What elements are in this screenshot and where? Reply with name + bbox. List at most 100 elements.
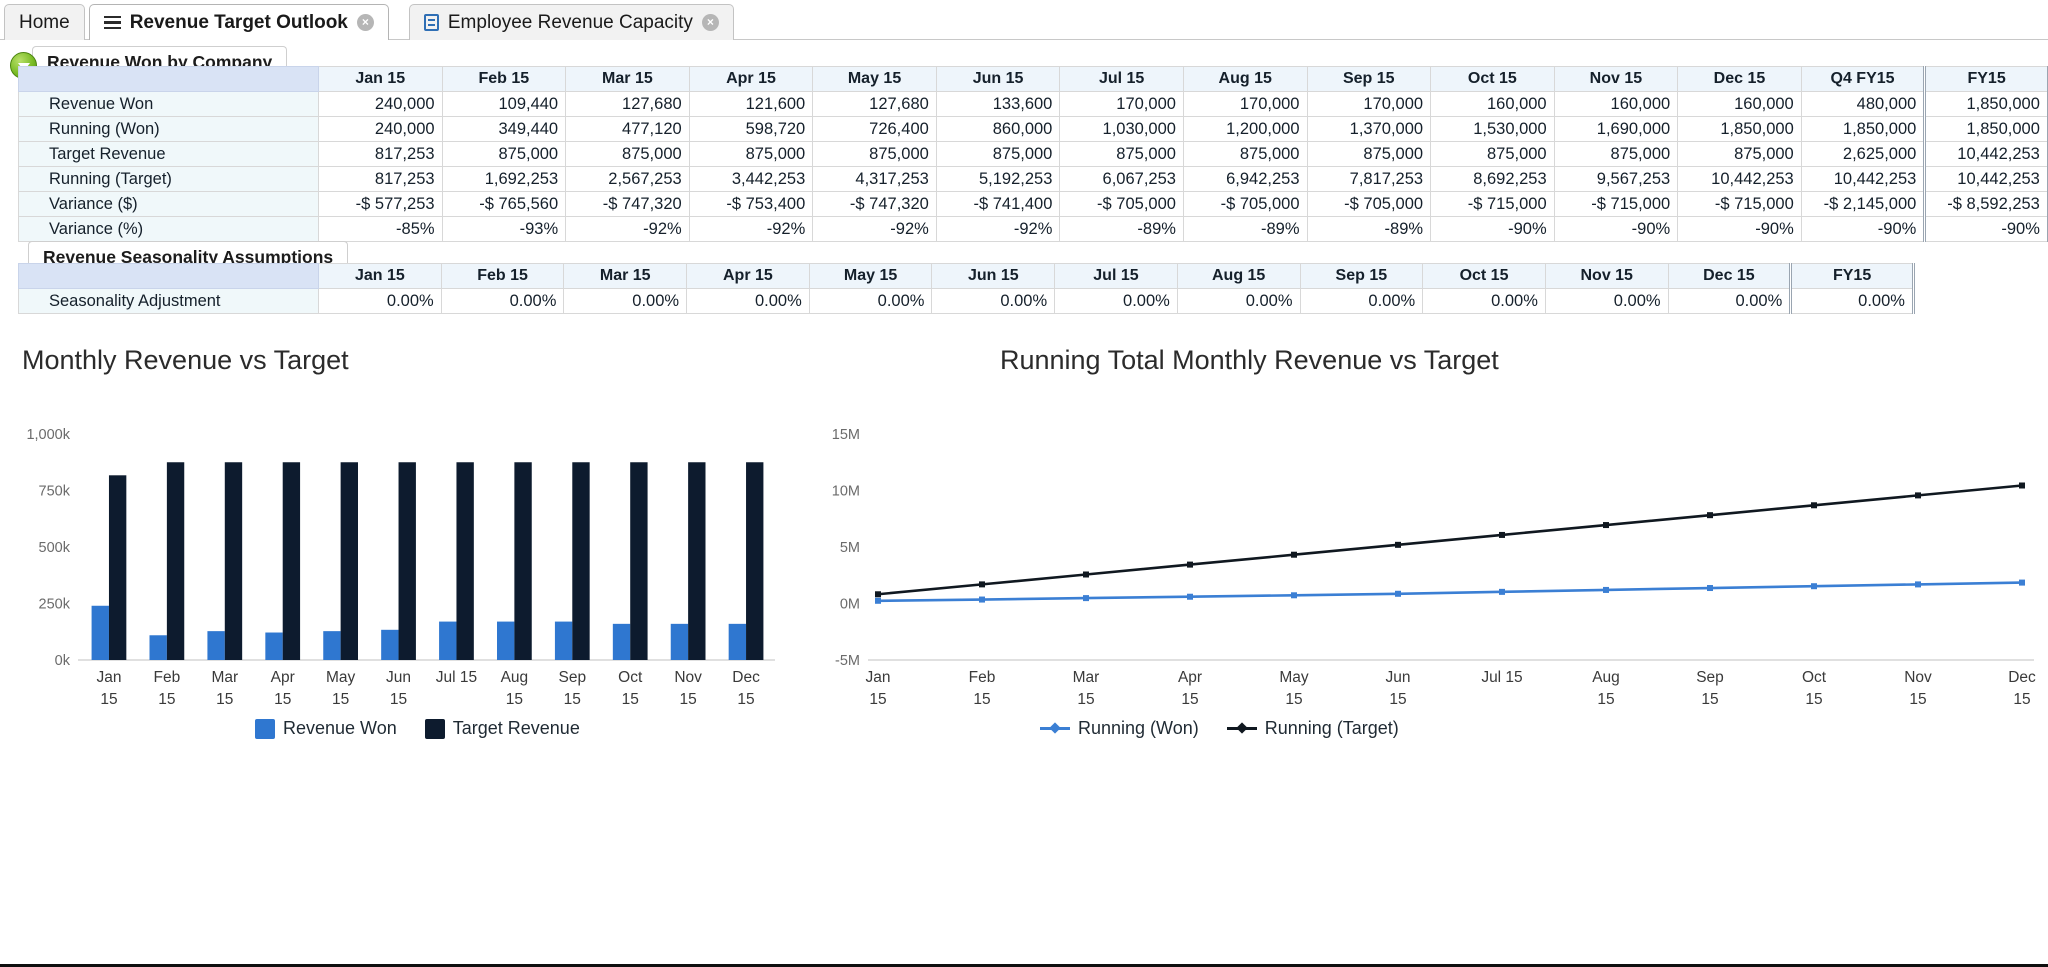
data-point-marker[interactable] — [875, 597, 881, 604]
table-cell: 875,000 — [565, 141, 690, 167]
column-header-fy15[interactable]: FY15 — [1923, 66, 2048, 92]
data-point-marker[interactable] — [1915, 492, 1921, 499]
bar-revenue-won[interactable] — [670, 623, 689, 660]
column-header-jul-15[interactable]: Jul 15 — [1059, 66, 1184, 92]
column-header-feb-15[interactable]: Feb 15 — [440, 263, 565, 289]
column-header-oct-15[interactable]: Oct 15 — [1430, 66, 1555, 92]
bar-target-revenue[interactable] — [688, 462, 706, 660]
line-chart-legend: Running (Won) Running (Target) — [1040, 718, 1417, 739]
bar-revenue-won[interactable] — [497, 621, 515, 660]
column-header-may-15[interactable]: May 15 — [812, 66, 937, 92]
table-row: Running (Target) 817,253 1,692,253 2,567,25… — [18, 166, 2048, 192]
column-header-jan-15[interactable]: Jan 15 — [318, 263, 442, 289]
bar-target-revenue[interactable] — [456, 462, 474, 660]
table1-body: Revenue Won 240,000 109,440 127,680 121,600 1… — [18, 91, 2048, 242]
line-series-running-won[interactable] — [877, 581, 2023, 603]
bar-target-revenue[interactable] — [340, 462, 358, 660]
data-point-marker[interactable] — [1499, 531, 1505, 538]
data-point-marker[interactable] — [1707, 585, 1713, 592]
bar-revenue-won[interactable] — [149, 635, 167, 660]
data-point-marker[interactable] — [2019, 482, 2025, 489]
bar-target-revenue[interactable] — [166, 462, 185, 660]
data-point-marker[interactable] — [1915, 581, 1921, 588]
bar-target-revenue[interactable] — [282, 462, 301, 660]
x-axis-tick-label: Jul 15 — [436, 669, 477, 686]
data-point-marker[interactable] — [1707, 512, 1713, 519]
bar-target-revenue[interactable] — [108, 475, 127, 660]
column-header-mar-15[interactable]: Mar 15 — [565, 66, 690, 92]
bar-target-revenue[interactable] — [224, 462, 243, 660]
data-point-marker[interactable] — [979, 596, 985, 603]
data-point-marker[interactable] — [1811, 583, 1817, 590]
bar-target-revenue[interactable] — [630, 462, 648, 660]
column-header-apr-15[interactable]: Apr 15 — [688, 66, 814, 92]
column-header-jun-15[interactable]: Jun 15 — [935, 66, 1061, 92]
table-cell: 133,600 — [935, 91, 1061, 117]
column-header-dec-15[interactable]: Dec 15 — [1677, 66, 1802, 92]
x-axis-tick-label: 15 — [1805, 691, 1822, 708]
column-header-dec-15[interactable]: Dec 15 — [1667, 263, 1792, 289]
data-point-marker[interactable] — [1395, 590, 1401, 597]
bar-target-revenue[interactable] — [514, 462, 532, 660]
data-point-marker[interactable] — [1187, 561, 1193, 568]
legend-item-running-won[interactable]: Running (Won) — [1040, 718, 1199, 739]
column-header-jun-15[interactable]: Jun 15 — [931, 263, 1056, 289]
data-point-marker[interactable] — [1291, 551, 1297, 558]
line-series-running-target[interactable] — [877, 484, 2023, 596]
legend-item-running-target[interactable]: Running (Target) — [1226, 718, 1399, 739]
table-cell: -$ 2,145,000 — [1800, 191, 1926, 217]
column-header-sep-15[interactable]: Sep 15 — [1306, 66, 1432, 92]
close-icon[interactable]: × — [701, 14, 719, 31]
bar-revenue-won[interactable] — [728, 623, 747, 660]
column-header-jan-15[interactable]: Jan 15 — [318, 66, 443, 92]
data-point-marker[interactable] — [1811, 502, 1817, 509]
data-point-marker[interactable] — [1603, 522, 1609, 529]
bar-target-revenue[interactable] — [572, 462, 590, 660]
tab-revenue-target-outlook[interactable]: Revenue Target Outlook × — [88, 4, 389, 40]
tab-bar: Home Revenue Target Outlook × Employee Reve… — [0, 0, 2048, 40]
column-header-nov-15[interactable]: Nov 15 — [1544, 263, 1669, 289]
table-cell: 875,000 — [1306, 141, 1432, 167]
x-axis-tick-label: May — [326, 669, 356, 686]
bar-revenue-won[interactable] — [265, 632, 283, 660]
bar-target-revenue[interactable] — [398, 462, 416, 660]
legend-item-target-revenue[interactable]: Target Revenue — [424, 718, 580, 739]
data-point-marker[interactable] — [1187, 593, 1193, 600]
column-header-nov-15[interactable]: Nov 15 — [1553, 66, 1679, 92]
column-header-mar-15[interactable]: Mar 15 — [563, 263, 688, 289]
data-point-marker[interactable] — [1291, 592, 1297, 599]
column-header-fy15[interactable]: FY15 — [1789, 263, 1915, 289]
tab-home[interactable]: Home — [4, 4, 85, 40]
bar-target-revenue[interactable] — [746, 462, 764, 660]
bar-revenue-won[interactable] — [323, 631, 341, 660]
table-cell: 0.00% — [1789, 288, 1915, 314]
column-header-feb-15[interactable]: Feb 15 — [441, 66, 567, 92]
bar-revenue-won[interactable] — [439, 621, 457, 660]
data-point-marker[interactable] — [875, 591, 881, 598]
data-point-marker[interactable] — [1083, 571, 1089, 578]
close-icon[interactable]: × — [356, 14, 374, 31]
bar-revenue-won[interactable] — [381, 629, 399, 660]
data-point-marker[interactable] — [1083, 595, 1089, 602]
column-header-q4-fy15[interactable]: Q4 FY15 — [1800, 66, 1926, 92]
column-header-sep-15[interactable]: Sep 15 — [1299, 263, 1424, 289]
column-header-oct-15[interactable]: Oct 15 — [1422, 263, 1546, 289]
column-header-may-15[interactable]: May 15 — [808, 263, 933, 289]
data-point-marker[interactable] — [979, 581, 985, 588]
column-header-aug-15[interactable]: Aug 15 — [1182, 66, 1308, 92]
data-point-marker[interactable] — [1395, 541, 1401, 548]
bar-revenue-won[interactable] — [554, 621, 573, 660]
bar-revenue-won[interactable] — [612, 623, 631, 660]
table-cell: 875,000 — [935, 141, 1061, 167]
column-header-jul-15[interactable]: Jul 15 — [1054, 263, 1178, 289]
column-header-aug-15[interactable]: Aug 15 — [1176, 263, 1301, 289]
data-point-marker[interactable] — [1499, 588, 1505, 595]
running-total-revenue-vs-target-chart: -5M 0M 5M 10M 15M Jan 15 Feb 15 Mar 15 Apr 15 May 15 Ju… — [832, 427, 2036, 708]
data-point-marker[interactable] — [1603, 586, 1609, 593]
bar-revenue-won[interactable] — [91, 605, 109, 660]
legend-item-revenue-won[interactable]: Revenue Won — [255, 718, 397, 739]
tab-employee-revenue-capacity[interactable]: Employee Revenue Capacity × — [408, 4, 734, 40]
column-header-apr-15[interactable]: Apr 15 — [686, 263, 810, 289]
data-point-marker[interactable] — [2019, 579, 2025, 586]
bar-revenue-won[interactable] — [207, 631, 225, 660]
